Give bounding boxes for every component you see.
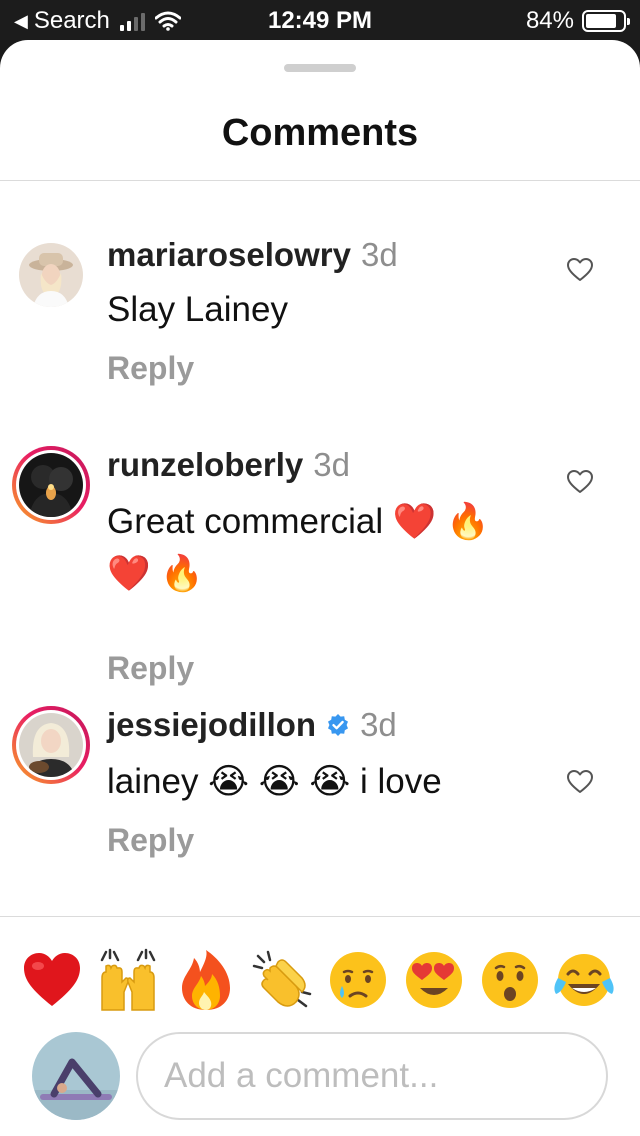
like-heart-icon[interactable] bbox=[566, 768, 594, 796]
comment-timestamp: 3d bbox=[313, 446, 350, 483]
composer-divider bbox=[0, 916, 640, 917]
comment-item: jessiejodillon 3d lainey 😭 😭 😭 i love Re… bbox=[0, 706, 640, 866]
heart-icon[interactable] bbox=[20, 948, 84, 1012]
quick-reactions bbox=[0, 948, 640, 1020]
comments-sheet: Comments mariaroselowry 3d Slay Lainey R… bbox=[0, 40, 640, 1136]
like-heart-icon[interactable] bbox=[566, 468, 594, 496]
avatar-image bbox=[19, 453, 83, 517]
comment-timestamp: 3d bbox=[360, 236, 398, 273]
status-bar: ◀ Search 12:49 PM 84% bbox=[0, 0, 640, 40]
verified-badge-icon bbox=[328, 714, 349, 736]
comment-item: runzeloberly 3d Great commercial ❤️ 🔥 ❤️… bbox=[0, 446, 640, 686]
like-heart-icon[interactable] bbox=[566, 256, 594, 284]
commenter-avatar[interactable] bbox=[12, 446, 90, 524]
tears-of-joy-icon[interactable] bbox=[552, 948, 616, 1012]
add-comment-input[interactable] bbox=[136, 1032, 608, 1120]
avatar-image bbox=[19, 713, 83, 777]
comment-username[interactable]: mariaroselowry bbox=[107, 236, 351, 274]
commenter-avatar[interactable] bbox=[12, 236, 90, 314]
avatar-image bbox=[19, 243, 83, 307]
comment-text: lainey 😭 😭 😭 i love bbox=[107, 762, 442, 801]
comment-text: Slay Lainey bbox=[107, 290, 288, 329]
fire-icon[interactable] bbox=[174, 948, 238, 1012]
sheet-grabber[interactable] bbox=[284, 64, 356, 72]
comment-username[interactable]: jessiejodillon bbox=[107, 706, 316, 744]
heart-eyes-icon[interactable] bbox=[402, 948, 466, 1012]
crying-face-icon[interactable] bbox=[326, 948, 390, 1012]
raised-hands-icon[interactable] bbox=[96, 948, 160, 1012]
page-title: Comments bbox=[221, 112, 419, 154]
reply-button[interactable]: Reply bbox=[107, 650, 194, 687]
comment-timestamp: 3d bbox=[360, 706, 397, 743]
comment-text: Great commercial ❤️ 🔥 ❤️ 🔥 bbox=[107, 502, 490, 593]
reply-button[interactable]: Reply bbox=[107, 350, 194, 387]
surprised-face-icon[interactable] bbox=[478, 948, 542, 1012]
clapping-hands-icon[interactable] bbox=[250, 948, 314, 1012]
commenter-avatar[interactable] bbox=[12, 706, 90, 784]
comment-username[interactable]: runzeloberly bbox=[107, 446, 303, 484]
comment-item: mariaroselowry 3d Slay Lainey Reply bbox=[0, 236, 640, 396]
header-divider bbox=[0, 180, 640, 181]
my-avatar[interactable] bbox=[32, 1032, 120, 1120]
battery-percent: 84% bbox=[525, 7, 574, 34]
reply-button[interactable]: Reply bbox=[107, 822, 194, 859]
battery-icon bbox=[582, 10, 630, 32]
